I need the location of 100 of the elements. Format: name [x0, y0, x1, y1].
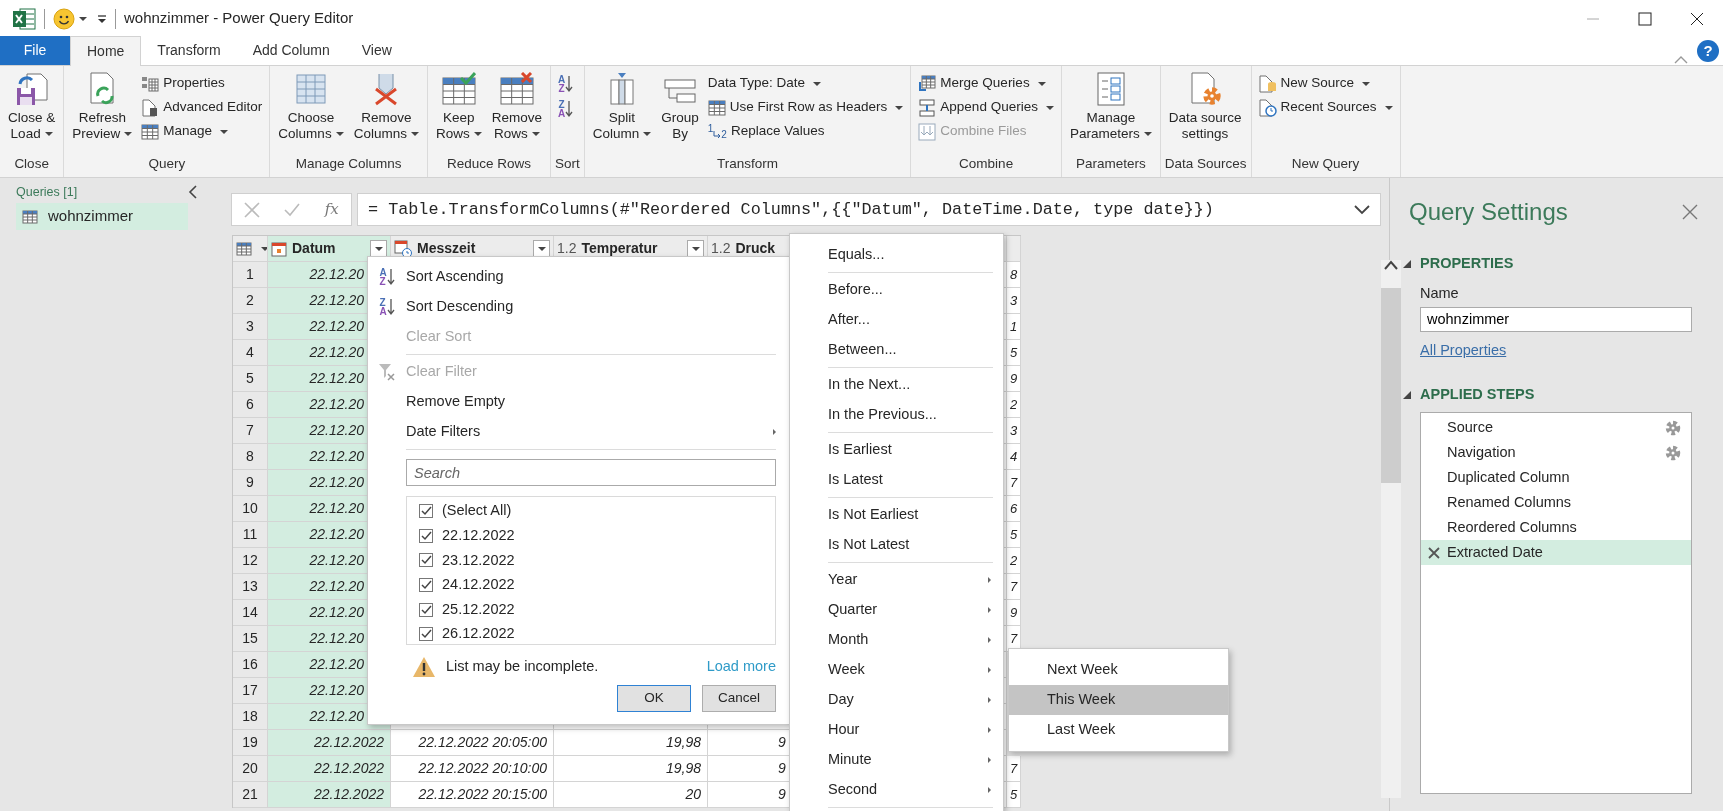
menu-item[interactable]: In the Previous... — [790, 400, 991, 430]
ribbon-button[interactable]: Use First Row as Headers — [704, 96, 907, 119]
name-field[interactable]: wohnzimmer — [1420, 306, 1692, 332]
search-field[interactable]: Search — [406, 459, 776, 486]
sort-button[interactable]: A Z — [554, 72, 577, 96]
row-number: 12 — [233, 548, 268, 574]
ribbon-button[interactable]: New Source — [1255, 72, 1396, 95]
all-properties-link[interactable]: All Properties — [1420, 339, 1507, 362]
section-heading: PROPERTIES — [1420, 254, 1514, 273]
close-icon — [1682, 204, 1698, 220]
ribbon-tab[interactable]: Add Column — [236, 36, 346, 65]
append-icon — [918, 98, 937, 117]
smiley-icon — [53, 7, 75, 30]
menu-item[interactable]: After... — [790, 305, 991, 335]
menu-item[interactable]: Between... — [790, 335, 991, 365]
checkbox[interactable] — [419, 602, 433, 617]
row-number: 14 — [233, 600, 268, 626]
remove-rows-icon — [499, 72, 534, 106]
table-cell: 5 — [1007, 522, 1021, 548]
ribbon-button[interactable]: 1 2 Replace Values — [704, 120, 907, 143]
filter-button[interactable] — [370, 239, 387, 258]
ribbon-button[interactable]: Merge Queries — [915, 72, 1057, 95]
spreadsheet-icon — [12, 6, 36, 31]
ribbon-button[interactable]: Refresh Preview — [68, 70, 137, 144]
ribbon-button[interactable]: Recent Sources — [1255, 96, 1396, 119]
ribbon-button[interactable]: Group By — [657, 70, 703, 144]
row-number: 6 — [233, 392, 268, 418]
checkbox-item[interactable]: 22.12.2022 — [419, 523, 515, 549]
checkbox-item[interactable]: (Select All) — [419, 499, 512, 524]
checkbox[interactable] — [419, 578, 433, 593]
menu-item[interactable]: Year — [790, 565, 991, 595]
menu-item[interactable]: Quarter — [790, 595, 991, 625]
ribbon-button[interactable]: Append Queries — [915, 96, 1057, 119]
dialog-button[interactable]: OK — [617, 685, 691, 712]
help-button[interactable]: ? — [1697, 40, 1719, 62]
checkbox-item[interactable]: 23.12.2022 — [419, 548, 515, 573]
table-cell: 20 — [554, 782, 708, 808]
step-item[interactable]: Source — [1421, 415, 1691, 440]
ribbon-button[interactable]: Manage Parameters — [1065, 70, 1156, 144]
filter-button[interactable] — [533, 239, 550, 258]
table-menu-button[interactable] — [233, 236, 268, 262]
checkbox[interactable] — [419, 528, 433, 543]
ribbon-button[interactable]: Close & Load — [4, 70, 60, 144]
menu-item[interactable]: Is Earliest — [790, 435, 991, 465]
ribbon-button[interactable]: Keep Rows — [431, 70, 486, 144]
sort-button[interactable]: Z A — [554, 97, 577, 121]
ribbon-tab[interactable]: Home — [70, 36, 142, 66]
ribbon-button[interactable]: Data Type: Date — [704, 72, 907, 95]
checkbox[interactable] — [419, 504, 433, 519]
checkbox[interactable] — [419, 553, 433, 568]
menu-item[interactable]: Is Latest — [790, 465, 991, 495]
scrollbar-thumb[interactable] — [1381, 288, 1401, 483]
row-number: 10 — [233, 496, 268, 522]
step-item[interactable]: Navigation — [1421, 440, 1691, 465]
ribbon-button[interactable]: Remove Rows — [487, 70, 546, 144]
ribbon-button[interactable]: Split Column — [588, 70, 656, 144]
checkbox-item[interactable]: 26.12.2022 — [419, 621, 515, 647]
row-number: 8 — [233, 444, 268, 470]
step-item[interactable]: Extracted Date — [1421, 540, 1691, 565]
ribbon-button[interactable]: Advanced Editor — [138, 96, 266, 119]
menu-item[interactable]: Before... — [790, 275, 991, 305]
type-label: 1.2 — [711, 239, 731, 258]
menu-item[interactable]: Is Not Latest — [790, 530, 991, 560]
menu-item[interactable]: Is Not Earliest — [790, 500, 991, 530]
insert-function-button[interactable]: fx — [324, 198, 339, 221]
checkbox-item[interactable]: 25.12.2022 — [419, 597, 515, 622]
properties-icon — [141, 74, 160, 93]
new-source-icon — [1258, 74, 1277, 93]
checkbox-item[interactable]: 24.12.2022 — [419, 572, 515, 598]
menu-item[interactable]: This Week — [1009, 685, 1228, 715]
settings-icon — [1188, 72, 1223, 106]
step-item[interactable]: Renamed Columns — [1421, 490, 1691, 515]
ribbon-button[interactable]: Properties — [138, 72, 266, 95]
ribbon-button[interactable]: Remove Columns — [349, 70, 423, 144]
table-cell: 22.12.2022 20:15:00 — [391, 782, 554, 808]
ribbon-tab[interactable]: File — [0, 36, 70, 65]
ribbon-button[interactable]: Choose Columns — [274, 70, 348, 144]
ribbon-button[interactable]: Manage — [138, 120, 266, 143]
step-item[interactable]: Duplicated Column — [1421, 465, 1691, 490]
scrollbar[interactable] — [1381, 260, 1401, 798]
close-pane-button[interactable] — [1682, 204, 1698, 220]
ribbon-tab[interactable]: Transform — [141, 36, 237, 65]
table-cell: 22.12.2022 — [268, 730, 391, 756]
menu-item[interactable]: In the Next... — [790, 370, 991, 400]
filter-button[interactable] — [687, 239, 704, 258]
checkbox[interactable] — [419, 627, 433, 642]
menu-item[interactable]: Equals... — [790, 240, 991, 270]
dialog-button[interactable]: Cancel — [702, 685, 776, 712]
column-header[interactable]: Datum — [268, 236, 391, 262]
ribbon-tab[interactable]: View — [345, 36, 408, 65]
menu-item[interactable]: Day — [790, 685, 991, 715]
clear-filter-icon — [378, 363, 396, 381]
query-item[interactable]: wohnzimmer — [16, 203, 188, 230]
formula-field[interactable]: = Table.TransformColumns(#"Reordered Columns",{{"Datum", DateTime.Date, type date}}) — [357, 193, 1381, 226]
menu-item[interactable]: Week — [790, 655, 991, 685]
step-item[interactable]: Reordered Columns — [1421, 515, 1691, 540]
menu-item[interactable]: Last Week — [1009, 715, 1228, 745]
menu-item[interactable]: Month — [790, 625, 991, 655]
menu-item[interactable]: Next Week — [1009, 655, 1228, 685]
ribbon-button[interactable]: Data source settings — [1164, 70, 1246, 144]
